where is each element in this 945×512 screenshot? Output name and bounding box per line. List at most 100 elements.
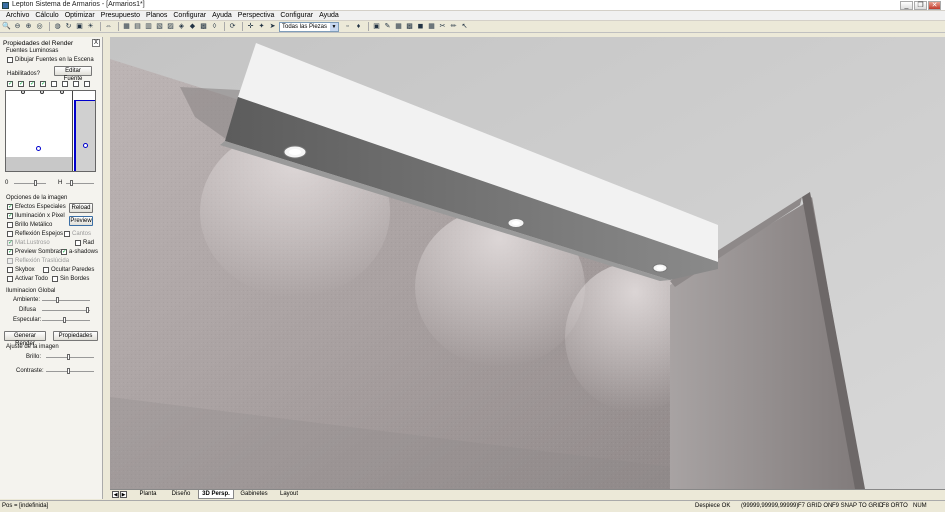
edges-checkbox[interactable] [64, 231, 70, 237]
diffuse-slider-track[interactable] [42, 310, 90, 311]
menu-ayuda-2[interactable]: Ayuda [316, 11, 342, 20]
texture-icon[interactable]: ▦ [394, 22, 403, 31]
translucent-reflection-checkbox[interactable] [7, 258, 13, 264]
zoom-in-icon[interactable]: 🔍 [2, 22, 11, 31]
tab-layout[interactable]: Layout [274, 490, 304, 499]
activate-all-checkbox[interactable] [7, 276, 13, 282]
tools-icon[interactable]: ✂ [438, 22, 447, 31]
brightness-slider-track[interactable] [46, 357, 94, 358]
light-icon[interactable]: ☀ [86, 22, 95, 31]
camera-icon[interactable]: ▣ [75, 22, 84, 31]
light-marker-side[interactable] [83, 143, 88, 148]
properties-button[interactable]: Propiedades [53, 331, 98, 341]
light-marker-2[interactable] [40, 91, 44, 94]
generate-render-button[interactable]: Generar Render [4, 331, 46, 347]
diffuse-slider-thumb[interactable] [86, 307, 89, 313]
mirror-reflection-checkbox[interactable] [7, 231, 13, 237]
rad-checkbox[interactable] [75, 240, 81, 246]
skybox-checkbox[interactable] [7, 267, 13, 273]
o-slider-thumb[interactable] [34, 180, 37, 186]
a-shadows-checkbox[interactable] [61, 249, 67, 255]
menu-perspectiva[interactable]: Perspectiva [235, 11, 278, 20]
paint-icon[interactable]: ✦ [257, 22, 266, 31]
box-icon[interactable]: ▨ [166, 22, 175, 31]
light-marker-selected[interactable] [36, 146, 41, 151]
menu-planos[interactable]: Planos [143, 11, 170, 20]
move-icon[interactable]: ⇔ [104, 22, 113, 31]
panel-close-button[interactable]: X [92, 39, 100, 47]
image-icon[interactable]: ▣ [372, 22, 381, 31]
grid-icon[interactable]: ▦ [122, 22, 131, 31]
zoom-out-icon[interactable]: ⊖ [13, 22, 22, 31]
scene-icon[interactable]: ▦ [427, 22, 436, 31]
preview-button[interactable]: Preview [69, 216, 93, 226]
globe-icon[interactable]: ◍ [53, 22, 62, 31]
close-button[interactable]: ✕ [928, 1, 941, 10]
light-check-4[interactable] [40, 81, 46, 87]
plan-view-icon[interactable]: ▤ [133, 22, 142, 31]
maximize-button[interactable]: ❐ [914, 1, 927, 10]
edit-light-button[interactable]: Editar Fuente [54, 66, 92, 82]
special-effects-checkbox[interactable] [7, 204, 13, 210]
render-icon[interactable]: ▩ [199, 22, 208, 31]
side-view-icon[interactable]: ▧ [155, 22, 164, 31]
menu-archivo[interactable]: Archivo [3, 11, 32, 20]
o-slider-track[interactable] [14, 183, 46, 184]
menu-configurar[interactable]: Configurar [170, 11, 209, 20]
tab-prev-icon[interactable]: ◀ [112, 491, 119, 498]
light-check-7[interactable] [73, 81, 79, 87]
menu-ayuda[interactable]: Ayuda [209, 11, 235, 20]
specular-slider-thumb[interactable] [63, 317, 66, 323]
zoom-all-icon[interactable]: ◎ [35, 22, 44, 31]
ambient-slider-track[interactable] [42, 300, 90, 301]
select-icon[interactable]: ↖ [460, 22, 469, 31]
tab-diseno[interactable]: Diseño [166, 490, 196, 499]
arrow-icon[interactable]: ➤ [268, 22, 277, 31]
twitter-icon[interactable]: ✎ [383, 22, 392, 31]
preview-shadows-checkbox[interactable] [7, 249, 13, 255]
contrast-slider-thumb[interactable] [67, 368, 70, 374]
glossy-mat-checkbox[interactable] [7, 240, 13, 246]
pixel-lighting-checkbox[interactable] [7, 213, 13, 219]
light-position-preview[interactable] [5, 90, 96, 172]
light-check-6[interactable] [62, 81, 68, 87]
material-icon[interactable]: ▩ [405, 22, 414, 31]
light-check-5[interactable] [51, 81, 57, 87]
tab-planta[interactable]: Planta [132, 490, 164, 499]
light-check-3[interactable] [29, 81, 35, 87]
no-borders-checkbox[interactable] [52, 276, 58, 282]
reload-button[interactable]: Reload [69, 203, 93, 213]
light-marker-1[interactable] [21, 91, 25, 94]
h-slider-thumb[interactable] [70, 180, 73, 186]
light-marker-3[interactable] [60, 91, 64, 94]
specular-slider-track[interactable] [42, 320, 90, 321]
zoom-window-icon[interactable]: ⊕ [24, 22, 33, 31]
iso-view-icon[interactable]: ◈ [177, 22, 186, 31]
tab-next-icon[interactable]: ▶ [120, 491, 127, 498]
color-icon[interactable]: ◼ [416, 22, 425, 31]
rotate-icon[interactable]: ↻ [64, 22, 73, 31]
tab-3d-persp[interactable]: 3D Persp. [198, 490, 234, 499]
front-view-icon[interactable]: ▥ [144, 22, 153, 31]
3d-perspective-viewport[interactable] [110, 37, 945, 489]
hide-walls-checkbox[interactable] [43, 267, 49, 273]
light-check-8[interactable] [84, 81, 90, 87]
menu-configurar-2[interactable]: Configurar [277, 11, 316, 20]
metallic-shine-checkbox[interactable] [7, 222, 13, 228]
draw-lights-checkbox[interactable] [7, 57, 13, 63]
menu-presupuesto[interactable]: Presupuesto [98, 11, 143, 20]
tab-gabinetes[interactable]: Gabinetes [236, 490, 272, 499]
contrast-slider-track[interactable] [46, 371, 94, 372]
square-icon[interactable]: ▫ [343, 22, 352, 31]
menu-calculo[interactable]: Cálculo [32, 11, 61, 20]
pencil-icon[interactable]: ✏ [449, 22, 458, 31]
pieces-filter-select[interactable]: Todas las Piezas ▼ [279, 21, 339, 32]
light-check-2[interactable] [18, 81, 24, 87]
minimize-button[interactable]: _ [900, 1, 913, 10]
brightness-slider-thumb[interactable] [67, 354, 70, 360]
cube-icon[interactable]: ◆ [188, 22, 197, 31]
crosshair-icon[interactable]: ✛ [246, 22, 255, 31]
wire-icon[interactable]: ◊ [210, 22, 219, 31]
light-check-1[interactable] [7, 81, 13, 87]
ambient-slider-thumb[interactable] [56, 297, 59, 303]
